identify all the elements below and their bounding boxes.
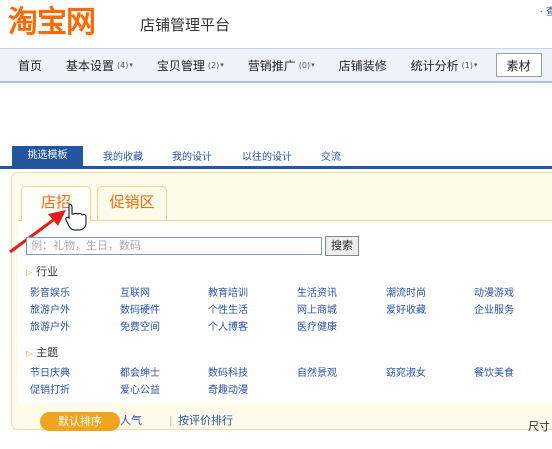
nav-marketing[interactable]: 营销推广 (0) ▾ bbox=[236, 49, 327, 81]
tab-exchange[interactable]: 交流 bbox=[321, 149, 341, 166]
category-link[interactable]: 旅游户外 bbox=[30, 304, 70, 317]
category-link[interactable]: 爱心公益 bbox=[120, 384, 160, 397]
category-link[interactable]: 旅游户外 bbox=[30, 321, 70, 334]
nav-statistics[interactable]: 统计分析 (1) ▾ bbox=[399, 49, 490, 81]
category-link[interactable]: 教育培训 bbox=[208, 287, 248, 300]
size-filter-label[interactable]: 尺寸 bbox=[528, 418, 550, 434]
nav-statistics-label: 统计分析 bbox=[410, 58, 459, 73]
nav-home[interactable]: 首页 bbox=[0, 49, 54, 81]
sort-separator: | bbox=[169, 414, 173, 427]
nav-assets[interactable]: 素材 bbox=[495, 53, 542, 77]
nav-assets-label: 素材 bbox=[506, 58, 531, 73]
category-link[interactable]: 个人博客 bbox=[208, 321, 248, 334]
category-link[interactable]: 餐饮美食 bbox=[474, 367, 514, 380]
template-search-input[interactable]: 例：礼物，生日，数码 bbox=[26, 237, 322, 255]
category-link[interactable]: 窈窕淑女 bbox=[386, 367, 426, 380]
taobao-logo[interactable]: 淘宝网 bbox=[8, 5, 96, 41]
top-right-link[interactable]: · 查 bbox=[540, 3, 552, 18]
category-link[interactable]: 数码科技 bbox=[208, 367, 248, 380]
category-link[interactable]: 促销打折 bbox=[30, 384, 70, 397]
nav-basic-settings[interactable]: 基本设置 (4) ▾ bbox=[54, 49, 145, 81]
section-industry-title: ▷ 行业 bbox=[26, 265, 58, 280]
section-theme-title: ▷ 主题 bbox=[26, 346, 58, 361]
nav-shop-decoration-label: 店铺装修 bbox=[338, 58, 387, 73]
tab-past-designs[interactable]: 以往的设计 bbox=[242, 149, 292, 166]
nav-shop-decoration[interactable]: 店铺装修 bbox=[327, 49, 399, 81]
triangle-right-icon: ▷ bbox=[26, 349, 33, 358]
nav-item-management[interactable]: 宝贝管理 (2) ▾ bbox=[145, 49, 236, 81]
section-industry-label: 行业 bbox=[36, 265, 59, 278]
chevron-down-icon: ▾ bbox=[129, 61, 133, 69]
template-subtabs: 挑选模板 我的收藏 我的设计 以往的设计 交流 bbox=[0, 146, 552, 169]
nav-item-management-label: 宝贝管理 bbox=[156, 58, 205, 73]
nav-home-label: 首页 bbox=[18, 58, 43, 73]
category-link[interactable]: 个性生活 bbox=[208, 304, 248, 317]
main-nav: 首页 基本设置 (4) ▾ 宝贝管理 (2) ▾ 营销推广 (0) ▾ 店铺装修… bbox=[0, 48, 552, 83]
chevron-down-icon: ▾ bbox=[311, 61, 315, 69]
category-link[interactable]: 生活资讯 bbox=[297, 287, 337, 300]
category-link[interactable]: 潮流时尚 bbox=[386, 287, 426, 300]
sort-default-button[interactable]: 默认排序 bbox=[40, 412, 120, 431]
sort-bar: 默认排序 人气 | 按评价排行 bbox=[18, 407, 552, 431]
category-link[interactable]: 节日庆典 bbox=[30, 367, 70, 380]
platform-subtitle: 店铺管理平台 bbox=[140, 16, 231, 34]
nav-item-management-count: (2) bbox=[207, 60, 220, 70]
category-link[interactable]: 动漫游戏 bbox=[474, 287, 514, 300]
category-link[interactable]: 免费空间 bbox=[120, 321, 160, 334]
category-link[interactable]: 医疗健康 bbox=[297, 321, 337, 334]
category-link[interactable]: 都会绅士 bbox=[120, 367, 160, 380]
tab-my-favorites[interactable]: 我的收藏 bbox=[103, 149, 143, 166]
category-link[interactable]: 企业服务 bbox=[474, 304, 514, 317]
category-link[interactable]: 数码硬件 bbox=[120, 304, 160, 317]
category-link[interactable]: 网上商城 bbox=[297, 304, 337, 317]
category-link[interactable]: 影音娱乐 bbox=[30, 287, 70, 300]
tab-choose-template[interactable]: 挑选模板 bbox=[12, 146, 83, 166]
category-link[interactable]: 爱好收藏 bbox=[386, 304, 426, 317]
sort-by-rating-link[interactable]: 按评价排行 bbox=[178, 414, 233, 428]
triangle-right-icon: ▷ bbox=[26, 268, 33, 277]
chevron-down-icon: ▾ bbox=[474, 61, 478, 69]
search-button[interactable]: 搜索 bbox=[325, 236, 359, 256]
tab-my-designs[interactable]: 我的设计 bbox=[172, 149, 212, 166]
nav-marketing-label: 营销推广 bbox=[247, 58, 296, 73]
nav-basic-settings-label: 基本设置 bbox=[66, 58, 115, 73]
category-link[interactable]: 自然景观 bbox=[297, 367, 337, 380]
category-link[interactable]: 奇趣动漫 bbox=[208, 384, 248, 397]
tab-promotion-area[interactable]: 促销区 bbox=[97, 186, 167, 220]
section-theme-label: 主题 bbox=[36, 346, 59, 359]
nav-marketing-count: (0) bbox=[298, 60, 311, 70]
nav-statistics-count: (1) bbox=[461, 60, 474, 70]
chevron-down-icon: ▾ bbox=[220, 61, 224, 69]
sort-popular-link[interactable]: 人气 bbox=[120, 414, 142, 428]
nav-basic-settings-count: (4) bbox=[117, 60, 129, 70]
tab-shop-sign[interactable]: 店招 bbox=[21, 186, 91, 221]
category-link[interactable]: 互联网 bbox=[120, 287, 150, 300]
